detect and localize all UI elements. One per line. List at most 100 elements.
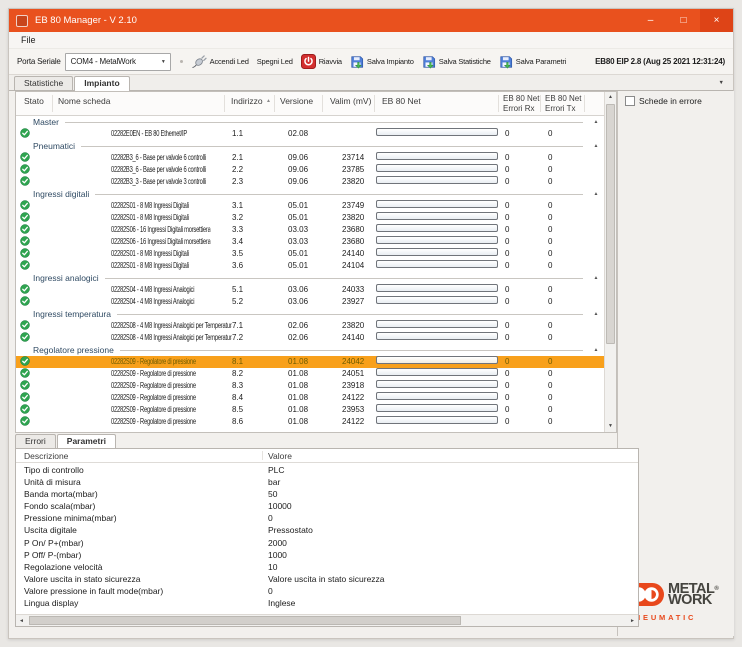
maximize-button[interactable]: □ [667,9,700,32]
tabstrip-dropdown-icon[interactable]: ▼ [719,80,724,86]
cell-versione: 01.08 [288,392,308,404]
detail-tab-parametri[interactable]: Parametri [57,434,116,449]
cell-errori-tx: 0 [548,320,552,332]
scrollbar-thumb[interactable] [29,616,461,625]
scroll-left-icon[interactable]: ◄ [16,618,27,624]
grid-row[interactable]: 02282S04 - 4 M8 Ingressi Analogici 5.2 0… [16,296,604,308]
param-value: 10000 [268,500,292,512]
parameter-row[interactable]: Pressione minima(mbar) 0 [16,512,638,524]
menu-file[interactable]: File [16,35,41,45]
group-ingressi-digitali[interactable]: Ingressi digitali ▲ [16,188,604,200]
salva-statistiche-button[interactable]: Salva Statistiche [418,53,495,71]
col-header-valim[interactable]: Valim (mV) [330,96,371,106]
grid-row[interactable]: 02282S09 - Regolatore di pressione 8.2 0… [16,368,604,380]
cell-errori-tx: 0 [548,284,552,296]
parameter-row[interactable]: Tipo di controllo PLC [16,464,638,476]
spegni-led-button[interactable]: Spegni Led [253,55,297,68]
tab-impianto[interactable]: Impianto [74,76,129,91]
parameter-row[interactable]: Lingua display Inglese [16,597,638,609]
schede-in-errore-checkbox[interactable]: Schede in errore [625,96,734,106]
accendi-led-button[interactable]: Accendi Led [187,53,253,71]
scrollbar-track[interactable] [27,615,627,626]
vertical-scrollbar[interactable]: ▲ ▼ [604,92,616,432]
grid-row[interactable]: 02282S09 - Regolatore di pressione 8.4 0… [16,392,604,404]
com-port-select[interactable]: COM4 - MetalWork ▼ [65,53,171,71]
group-master[interactable]: Master ▲ [16,116,604,128]
scroll-up-icon[interactable]: ▲ [605,92,616,103]
grid-row[interactable]: 02282B3_6 - Base per valvole 6 controlli… [16,164,604,176]
col-header-eb80net[interactable]: EB 80 Net [382,96,421,106]
grid-row[interactable]: 02282B3_3 - Base per valvole 3 controlli… [16,176,604,188]
col-header-indirizzo[interactable]: Indirizzo [231,96,263,106]
parameters-header-row: Descrizione Valore [16,449,638,463]
grid-row[interactable]: 02282S09 - Regolatore di pressione 8.5 0… [16,404,604,416]
scroll-down-icon[interactable]: ▼ [605,421,616,432]
group-name: Master [33,117,59,127]
group-ingressi-analogici[interactable]: Ingressi analogici ▲ [16,272,604,284]
parameter-row[interactable]: Regolazione velocità 10 [16,561,638,573]
grid-row[interactable]: 02282S01 - 8 M8 Ingressi Digitali 3.1 05… [16,200,604,212]
group-rule [105,278,583,279]
col-header-stato[interactable]: Stato [24,96,44,106]
grid-row[interactable]: 02282E0EN - EB 80 Ethernet/IP 1.1 02.08 … [16,128,604,140]
col-header-nome-scheda[interactable]: Nome scheda [58,96,110,106]
collapse-icon[interactable]: ▲ [588,140,604,152]
collapse-icon[interactable]: ▲ [588,272,604,284]
cell-nome-scheda: 02282S08 - 4 M8 Ingressi Analogici per T… [111,332,232,344]
group-rule [81,146,583,147]
salva-impianto-button[interactable]: Salva Impianto [346,53,418,71]
tab-statistiche[interactable]: Statistiche [14,76,73,90]
parameter-row[interactable]: Banda morta(mbar) 50 [16,488,638,500]
riavvia-button[interactable]: Riavvia [297,52,346,71]
salva-parametri-button[interactable]: Salva Parametri [495,53,570,71]
detail-tab-strip: ErroriParametri [15,433,117,448]
grid-row[interactable]: 02282S09 - Regolatore di pressione 8.6 0… [16,416,604,428]
cell-nome-scheda: 02282S04 - 4 M8 Ingressi Analogici [111,296,194,308]
collapse-icon[interactable]: ▲ [588,308,604,320]
title-bar[interactable]: EB 80 Manager - V 2.10 – □ × [9,9,733,32]
grid-row[interactable]: 02282S09 - Regolatore di pressione 8.3 0… [16,380,604,392]
col-header-errori-rx[interactable]: EB 80 Net Errori Rx [503,94,539,114]
parameter-row[interactable]: Valore pressione in fault mode(mbar) 0 [16,585,638,597]
grid-row[interactable]: 02282S06 - 16 Ingressi Digitali morsetti… [16,224,604,236]
cell-errori-tx: 0 [548,236,552,248]
close-button[interactable]: × [700,9,733,32]
group-pneumatici[interactable]: Pneumatici ▲ [16,140,604,152]
grid-row[interactable]: 02282B3_6 - Base per valvole 6 controlli… [16,152,604,164]
col-header-errori-tx[interactable]: EB 80 Net Errori Tx [545,94,581,114]
grid-row[interactable]: 02282S01 - 8 M8 Ingressi Digitali 3.5 05… [16,248,604,260]
grid-row[interactable]: 02282S01 - 8 M8 Ingressi Digitali 3.2 05… [16,212,604,224]
grid-row[interactable]: 02282S01 - 8 M8 Ingressi Digitali 3.6 05… [16,260,604,272]
parameter-row[interactable]: Fondo scala(mbar) 10000 [16,500,638,512]
collapse-icon[interactable]: ▲ [588,344,604,356]
checkbox-box[interactable] [625,96,635,106]
parameter-row[interactable]: P Off/ P-(mbar) 1000 [16,549,638,561]
minimize-button[interactable]: – [634,9,667,32]
parameter-row[interactable]: Valore uscita in stato sicurezza Valore … [16,573,638,585]
group-ingressi-temperatura[interactable]: Ingressi temperatura ▲ [16,308,604,320]
horizontal-scrollbar[interactable]: ◄ ► [16,614,638,626]
parameter-row[interactable]: Uscita digitale Pressostato [16,524,638,536]
col-header-versione[interactable]: Versione [280,96,313,106]
parameter-row[interactable]: P On/ P+(mbar) 2000 [16,537,638,549]
group-name: Ingressi temperatura [33,309,111,319]
collapse-icon[interactable]: ▲ [588,116,604,128]
porta-seriale-label: Porta Seriale [17,57,61,66]
parameter-row[interactable]: Unità di misura bar [16,476,638,488]
cell-errori-rx: 0 [505,416,509,428]
sort-ascending-icon[interactable]: ▲ [266,98,271,104]
eb80net-bar [376,200,498,208]
grid-row[interactable]: 02282S08 - 4 M8 Ingressi Analogici per T… [16,332,604,344]
cell-errori-rx: 0 [505,332,509,344]
grid-row[interactable]: 02282S08 - 4 M8 Ingressi Analogici per T… [16,320,604,332]
detail-tab-errori[interactable]: Errori [15,434,56,448]
grid-row[interactable]: 02282S04 - 4 M8 Ingressi Analogici 5.1 0… [16,284,604,296]
param-description: Unità di misura [24,476,81,488]
group-regolatore-pressione[interactable]: Regolatore pressione ▲ [16,344,604,356]
grid-row[interactable]: 02282S06 - 16 Ingressi Digitali morsetti… [16,236,604,248]
scroll-right-icon[interactable]: ► [627,618,638,624]
scrollbar-thumb[interactable] [606,104,615,344]
group-rule [120,350,583,351]
collapse-icon[interactable]: ▲ [588,188,604,200]
grid-row[interactable]: 02282S09 - Regolatore di pressione 8.1 0… [16,356,604,368]
